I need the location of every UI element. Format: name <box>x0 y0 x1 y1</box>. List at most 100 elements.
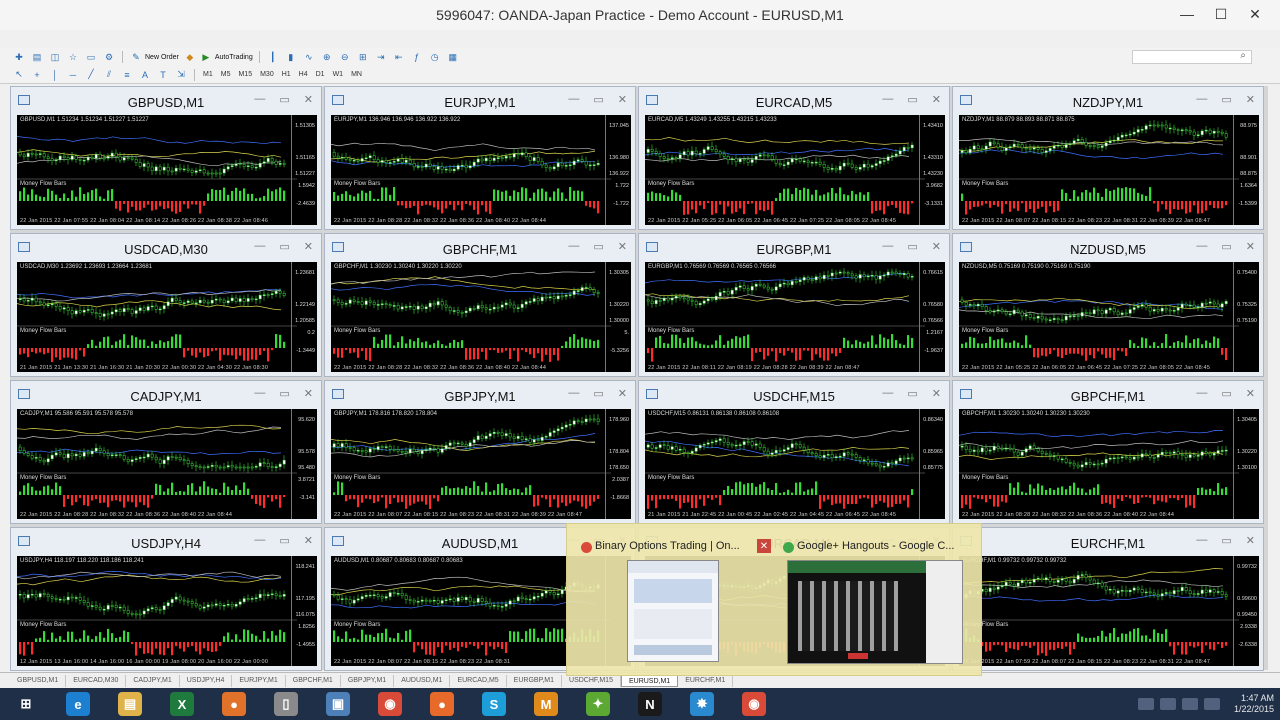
line-chart-icon[interactable]: ∿ <box>302 50 316 64</box>
chart-window[interactable]: EURJPY,M1 — ▭ ✕ EURJPY,M1 136.946 136.94… <box>324 86 636 230</box>
search-icon[interactable]: ⌕ <box>1240 50 1246 61</box>
chart-window-titlebar[interactable]: EURCHF,M1 — ▭ ✕ <box>953 528 1263 556</box>
chart-minimize-button[interactable]: — <box>254 240 265 253</box>
bar-chart-icon[interactable]: ┃ <box>266 50 280 64</box>
chart-window[interactable]: EURCAD,M5 — ▭ ✕ EURCAD,M5 1.43249 1.4325… <box>638 86 950 230</box>
chart-area[interactable]: CADJPY,M1 95.586 95.591 95.578 95.578 Mo… <box>17 409 317 519</box>
arrows-icon[interactable]: ⇲ <box>174 68 188 82</box>
new-chart-icon[interactable]: ✚ <box>12 50 26 64</box>
timeframe-m30[interactable]: M30 <box>258 71 276 78</box>
chart-tab[interactable]: USDCHF,M15 <box>562 674 621 687</box>
chart-area[interactable]: GBPJPY,M1 178.816 178.820 178.804 Money … <box>331 409 631 519</box>
trendline-icon[interactable]: ╱ <box>84 68 98 82</box>
taskbar-app-internet-explorer[interactable]: e <box>52 688 104 720</box>
chart-area[interactable]: EURJPY,M1 136.946 136.946 136.922 136.92… <box>331 115 631 225</box>
text-icon[interactable]: A <box>138 68 152 82</box>
chart-close-button[interactable]: ✕ <box>1246 534 1255 547</box>
chart-window-titlebar[interactable]: EURGBP,M1 — ▭ ✕ <box>639 234 949 262</box>
chart-window-titlebar[interactable]: CADJPY,M1 — ▭ ✕ <box>11 381 321 409</box>
chart-tab[interactable]: EURGBP,M1 <box>507 674 563 687</box>
taskbar-app-chrome[interactable]: ◉ <box>364 688 416 720</box>
chart-maximize-button[interactable]: ▭ <box>907 240 917 253</box>
chart-window-titlebar[interactable]: USDCAD,M30 — ▭ ✕ <box>11 234 321 262</box>
chart-tab[interactable]: GBPJPY,M1 <box>341 674 395 687</box>
chart-minimize-button[interactable]: — <box>568 93 579 106</box>
chart-maximize-button[interactable]: ▭ <box>1221 534 1231 547</box>
preview-close-button[interactable]: ✕ <box>757 539 771 553</box>
taskbar-app-excel[interactable]: X <box>156 688 208 720</box>
close-button[interactable]: ✕ <box>1238 2 1272 26</box>
chart-maximize-button[interactable]: ▭ <box>279 534 289 547</box>
chart-minimize-button[interactable]: — <box>254 93 265 106</box>
label-icon[interactable]: T <box>156 68 170 82</box>
chart-tab[interactable]: GBPUSD,M1 <box>10 674 67 687</box>
chart-close-button[interactable]: ✕ <box>1246 240 1255 253</box>
timeframe-m5[interactable]: M5 <box>219 71 233 78</box>
taskbar-app-start[interactable]: ⊞ <box>0 688 52 720</box>
taskbar-app-chrome-2[interactable]: ◉ <box>728 688 780 720</box>
chart-minimize-button[interactable]: — <box>882 387 893 400</box>
taskbar-app-firefox[interactable]: ● <box>416 688 468 720</box>
chart-close-button[interactable]: ✕ <box>1246 93 1255 106</box>
timeframe-h4[interactable]: H4 <box>297 71 310 78</box>
chart-window-titlebar[interactable]: USDCHF,M15 — ▭ ✕ <box>639 381 949 409</box>
taskbar-app-app-orange[interactable]: ● <box>208 688 260 720</box>
flag-icon[interactable] <box>1203 698 1220 710</box>
taskbar-app-app-blue-square[interactable]: ▣ <box>312 688 364 720</box>
zoom-out-icon[interactable]: ⊖ <box>338 50 352 64</box>
tile-windows-icon[interactable]: ⊞ <box>356 50 370 64</box>
chart-area[interactable]: NZDJPY,M1 88.879 88.893 88.871 88.875 Mo… <box>959 115 1259 225</box>
taskbar-app-app-gray[interactable]: ▯ <box>260 688 312 720</box>
chart-tab[interactable]: CADJPY,M1 <box>126 674 180 687</box>
channel-icon[interactable]: ⫽ <box>102 68 116 82</box>
chart-close-button[interactable]: ✕ <box>304 240 313 253</box>
chart-window[interactable]: USDCAD,M30 — ▭ ✕ USDCAD,M30 1.23692 1.23… <box>10 233 322 377</box>
chart-minimize-button[interactable]: — <box>1196 93 1207 106</box>
chart-minimize-button[interactable]: — <box>254 534 265 547</box>
chart-window-titlebar[interactable]: GBPUSD,M1 — ▭ ✕ <box>11 87 321 115</box>
crosshair-icon[interactable]: + <box>30 68 44 82</box>
chart-close-button[interactable]: ✕ <box>618 240 627 253</box>
preview-card-binary-options[interactable]: Binary Options Trading | On... ✕ <box>579 532 771 672</box>
fibonacci-icon[interactable]: ≡ <box>120 68 134 82</box>
chart-window[interactable]: NZDJPY,M1 — ▭ ✕ NZDJPY,M1 88.879 88.893 … <box>952 86 1264 230</box>
zoom-in-icon[interactable]: ⊕ <box>320 50 334 64</box>
keyboard-icon[interactable] <box>1137 698 1154 710</box>
chart-close-button[interactable]: ✕ <box>304 93 313 106</box>
chart-close-button[interactable]: ✕ <box>304 534 313 547</box>
chart-window[interactable]: GBPCHF,M1 — ▭ ✕ GBPCHF,M1 1.30230 1.3024… <box>324 233 636 377</box>
chart-minimize-button[interactable]: — <box>882 240 893 253</box>
chart-maximize-button[interactable]: ▭ <box>593 93 603 106</box>
chart-tab[interactable]: GBPCHF,M1 <box>286 674 341 687</box>
navigator-icon[interactable]: ☆ <box>66 50 80 64</box>
chart-close-button[interactable]: ✕ <box>618 93 627 106</box>
chart-close-button[interactable]: ✕ <box>304 387 313 400</box>
chart-tab[interactable]: EURUSD,M1 <box>620 674 679 687</box>
timeframe-d1[interactable]: D1 <box>314 71 327 78</box>
chart-close-button[interactable]: ✕ <box>932 387 941 400</box>
chart-tab[interactable]: EURCAD,M5 <box>450 674 507 687</box>
chart-window-titlebar[interactable]: GBPCHF,M1 — ▭ ✕ <box>953 381 1263 409</box>
chart-window[interactable]: GBPUSD,M1 — ▭ ✕ GBPUSD,M1 1.51234 1.5123… <box>10 86 322 230</box>
chart-maximize-button[interactable]: ▭ <box>593 387 603 400</box>
chart-minimize-button[interactable]: — <box>568 387 579 400</box>
minimize-button[interactable]: — <box>1170 2 1204 26</box>
market-watch-icon[interactable]: ◫ <box>48 50 62 64</box>
maximize-button[interactable]: ☐ <box>1204 2 1238 26</box>
chart-area[interactable]: EURGBP,M1 0.76569 0.76569 0.76565 0.7656… <box>645 262 945 372</box>
chart-area[interactable]: GBPUSD,M1 1.51234 1.51234 1.51227 1.5122… <box>17 115 317 225</box>
chart-close-button[interactable]: ✕ <box>1246 387 1255 400</box>
profiles-icon[interactable]: ▤ <box>30 50 44 64</box>
chart-maximize-button[interactable]: ▭ <box>1221 93 1231 106</box>
taskbar-app-app-n[interactable]: N <box>624 688 676 720</box>
new-order-button[interactable]: ✎ New Order <box>129 50 179 64</box>
timeframe-h1[interactable]: H1 <box>280 71 293 78</box>
chart-tab[interactable]: AUDUSD,M1 <box>394 674 451 687</box>
chart-window-titlebar[interactable]: EURJPY,M1 — ▭ ✕ <box>325 87 635 115</box>
periods-icon[interactable]: ◷ <box>428 50 442 64</box>
chart-window-titlebar[interactable]: NZDJPY,M1 — ▭ ✕ <box>953 87 1263 115</box>
cursor-icon[interactable]: ↖ <box>12 68 26 82</box>
taskbar-app-kodi[interactable]: ✸ <box>676 688 728 720</box>
timeframe-m15[interactable]: M15 <box>236 71 254 78</box>
chart-window[interactable]: USDJPY,H4 — ▭ ✕ USDJPY,H4 118.197 118.22… <box>10 527 322 671</box>
